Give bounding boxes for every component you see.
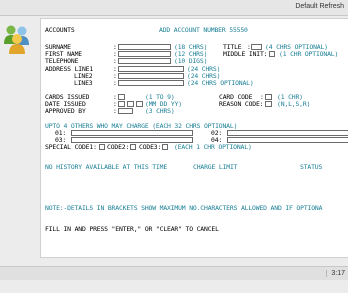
terminal-screen: ACCOUNTS ADD ACCOUNT NUMBER 55550 SURNAM… bbox=[40, 18, 348, 258]
card-code-input[interactable] bbox=[265, 94, 272, 100]
window-titlebar: Default Refresh bbox=[0, 0, 348, 16]
code3-label: CODE3: bbox=[139, 143, 162, 151]
telephone-hint: (10 DIGS) bbox=[174, 57, 208, 65]
date-day-input[interactable] bbox=[127, 101, 134, 107]
telephone-label: TELEPHONE bbox=[45, 57, 79, 65]
users-group-icon bbox=[2, 22, 32, 56]
date-year-input[interactable] bbox=[136, 101, 143, 107]
instruction-text: FILL IN AND PRESS "ENTER," OR "CLEAR" TO… bbox=[45, 225, 219, 233]
address-line3-input[interactable] bbox=[118, 80, 184, 86]
note-text: NOTE:-DETAILS IN BRACKETS SHOW MAXIMUM N… bbox=[45, 204, 323, 212]
reason-code-hint: (N,L,S,R) bbox=[277, 100, 311, 108]
reason-code-input[interactable] bbox=[265, 101, 272, 107]
approved-by-hint: (3 CHRS) bbox=[145, 107, 175, 115]
code2-input[interactable] bbox=[130, 144, 136, 150]
address-line1-input[interactable] bbox=[118, 66, 184, 72]
cards-issued-input[interactable] bbox=[118, 94, 125, 100]
history-message: NO HISTORY AVAILABLE AT THIS TIME bbox=[45, 163, 168, 171]
special-code1-label: SPECIAL CODE1: bbox=[45, 143, 97, 151]
status-bar: 3:17 bbox=[0, 266, 348, 280]
accounts-label: ACCOUNTS bbox=[45, 26, 75, 34]
others-header: UPTO 4 OTHERS WHO MAY CHARGE (EACH 32 CH… bbox=[45, 122, 238, 130]
surname-input[interactable] bbox=[118, 44, 171, 50]
other-02-input[interactable] bbox=[227, 130, 348, 136]
special-code-hint: (EACH 1 CHR OPTIONAL) bbox=[174, 143, 252, 151]
other-01-input[interactable] bbox=[71, 130, 193, 136]
reason-code-label: REASON CODE: bbox=[219, 100, 264, 108]
approved-by-label: APPROVED BY bbox=[45, 107, 86, 115]
first-name-input[interactable] bbox=[118, 51, 171, 57]
address-line2-input[interactable] bbox=[118, 73, 184, 79]
middle-init-hint: (1 CHR OPTIONAL) bbox=[279, 50, 339, 58]
colon: : bbox=[113, 57, 117, 65]
status-label: STATUS bbox=[300, 163, 323, 171]
date-month-input[interactable] bbox=[118, 101, 125, 107]
code2-label: CODE2: bbox=[107, 143, 130, 151]
charge-limit-label: CHARGE LIMIT bbox=[193, 163, 238, 171]
telephone-input[interactable] bbox=[118, 58, 171, 64]
colon: : bbox=[113, 107, 117, 115]
colon: : bbox=[113, 79, 117, 87]
clock-time: 3:17 bbox=[326, 270, 345, 277]
address-line3-label: LINE3 bbox=[74, 79, 93, 87]
middle-init-label: MIDDLE INIT: bbox=[223, 50, 268, 58]
code3-input[interactable] bbox=[162, 144, 168, 150]
approved-by-input[interactable] bbox=[118, 108, 133, 114]
address-line3-hint: (24 CHRS OPTIONAL) bbox=[187, 79, 254, 87]
middle-init-input[interactable] bbox=[269, 51, 275, 57]
window-title[interactable]: Default Refresh bbox=[295, 3, 344, 10]
account-number-info: ADD ACCOUNT NUMBER 55550 bbox=[159, 26, 248, 34]
special-code1-input[interactable] bbox=[99, 144, 105, 150]
